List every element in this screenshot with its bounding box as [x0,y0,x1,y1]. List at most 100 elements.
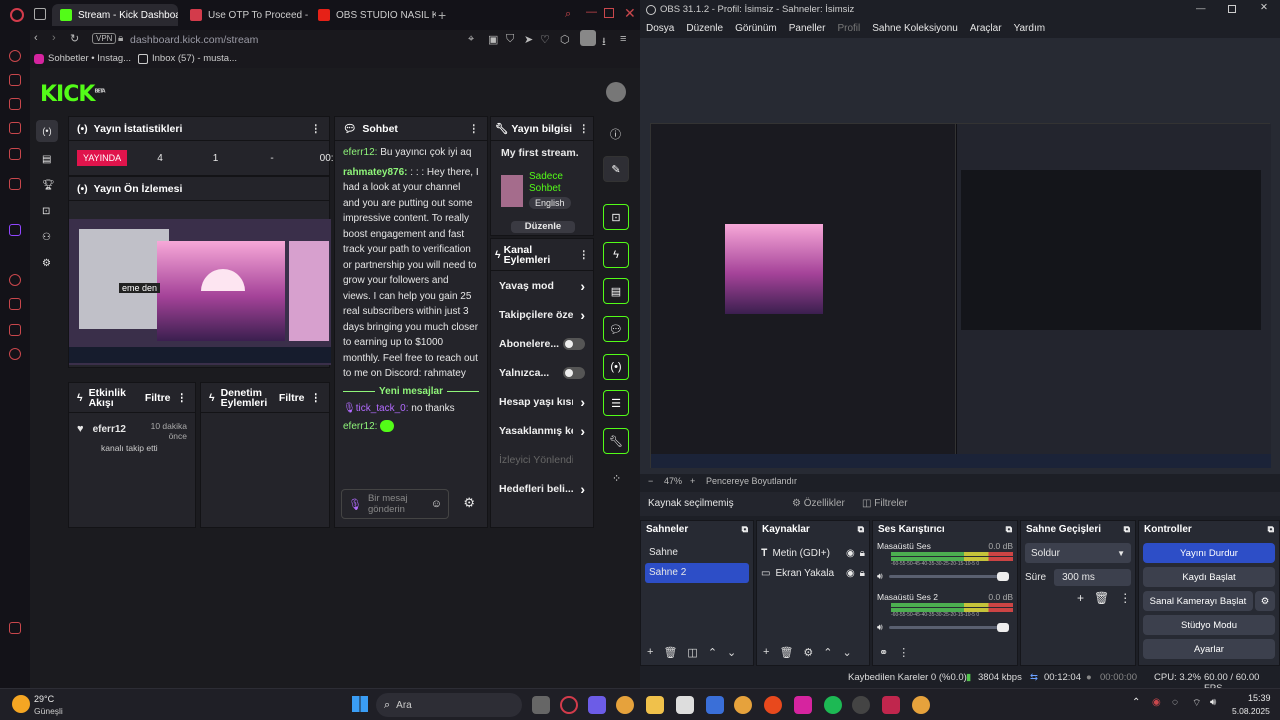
fit-window-button[interactable]: Pencereye Boyutlandır [706,476,797,486]
clip-icon[interactable]: ⊡ [603,204,629,230]
minimize-icon[interactable]: — [586,6,597,18]
dock-float-icon[interactable]: ⧉ [742,524,748,535]
nav-chat-icon[interactable]: ▤ [42,154,51,165]
copilot-icon[interactable] [588,696,606,714]
emoji-icon[interactable]: ☺ [431,498,442,510]
menu-4[interactable]: Profil [831,20,866,38]
nav-trophy-icon[interactable]: 🏆︎ [42,180,55,191]
more-icon[interactable]: ⋮ [177,392,188,404]
whatsapp-icon[interactable] [9,98,21,110]
minimize-icon[interactable]: — [1196,3,1206,14]
weather-icon[interactable] [12,695,30,713]
extensions-icon[interactable] [9,324,21,336]
back-icon[interactable]: ‹ [34,32,38,44]
delete-icon[interactable]: 🗑︎ [1094,591,1109,605]
tray-chevron-icon[interactable]: ⌃ [1132,697,1140,708]
more-icon[interactable]: ⋮ [311,392,322,404]
instagram-taskbar-icon[interactable] [794,696,812,714]
menu-6[interactable]: Araçlar [964,20,1008,38]
bookmark-inbox[interactable]: Inbox (57) - musta... [152,53,237,64]
audit-filter-button[interactable]: Filtre [279,392,305,404]
send-icon[interactable]: ➤ [524,33,533,46]
up-icon[interactable]: ⌃ [708,646,717,659]
obs-taskbar-icon[interactable] [852,696,870,714]
close-icon[interactable]: ✕ [1260,2,1268,13]
events-filter-button[interactable]: Filtre [145,392,171,404]
dock-float-icon[interactable]: ⧉ [858,524,864,535]
settings-icon[interactable]: ⚙ [803,646,813,659]
opera-logo-icon[interactable] [10,8,24,22]
lock-icon[interactable]: 🔒︎ [860,548,865,559]
taskbar-search[interactable]: ⌕ Ara [376,693,522,717]
extension-icon[interactable]: ⬡ [560,33,570,46]
filter-icon[interactable]: ◫ [687,646,697,659]
scene-item-selected[interactable]: Sahne 2 [645,563,749,583]
dock-float-icon[interactable]: ⧉ [1006,524,1012,535]
duration-input[interactable]: 300 ms [1054,569,1131,586]
forward-icon[interactable]: › [52,32,56,44]
task-view-icon[interactable] [532,696,550,714]
chrome3-icon[interactable] [912,696,930,714]
properties-button[interactable]: ⚙ Özellikler [792,498,845,509]
scene-item[interactable]: Sahne [645,543,749,563]
chat-bubble-icon[interactable]: 💬︎ [603,316,629,342]
raid-icon[interactable]: ϟ [603,242,629,268]
dock-float-icon[interactable]: ⧉ [1124,524,1130,535]
lock-icon[interactable]: 🔒︎ [860,568,865,579]
source-item[interactable]: 𝐓 Metin (GDI+) ◉ 🔒︎ [761,543,865,563]
start-recording-button[interactable]: Kaydı Başlat [1143,567,1275,587]
menu-3[interactable]: Paneller [783,20,832,38]
delete-icon[interactable]: 🗑︎ [663,646,677,659]
tray-opera-icon[interactable]: ◉ [1152,697,1161,708]
pinboard-icon[interactable] [9,298,21,310]
music-icon[interactable] [9,148,21,160]
apps-icon[interactable]: ⁘ [612,472,621,485]
more-icon[interactable]: ⋮ [469,123,480,135]
poll-icon[interactable]: ☰ [603,390,629,416]
chrome2-icon[interactable] [734,696,752,714]
start-virtual-camera-button[interactable]: Sanal Kamerayı Başlat [1143,591,1253,611]
spotify-icon[interactable] [824,696,842,714]
explorer-icon[interactable] [646,696,664,714]
edit-pencil-icon[interactable]: ✎ [603,156,629,182]
edit-button[interactable]: Düzenle [511,221,575,233]
transition-select[interactable]: Soldur ▼ [1025,543,1131,563]
add-icon[interactable]: + [647,646,653,659]
chat-input[interactable]: 🎙︎ Bir mesaj gönderin ☺ [341,489,449,519]
channel-action-item[interactable]: Yalnızca... [491,358,593,387]
add-icon[interactable]: + [1077,591,1084,605]
profile-avatar[interactable] [580,30,596,46]
opera-gx-icon[interactable] [9,622,21,634]
stream-category[interactable]: Sadece Sohbet [529,171,569,195]
tab-kick-dashboard[interactable]: Stream - Kick Dashboard [52,4,178,26]
obs-preview-canvas[interactable] [650,123,1271,468]
tray-app-icon[interactable]: ◌ [1172,697,1178,708]
toggle-switch[interactable] [563,337,585,350]
settings-icon[interactable] [9,348,21,360]
nav-settings-icon[interactable]: ⚙ [42,258,51,269]
tab-menu-icon[interactable] [34,8,46,20]
more-icon[interactable]: ⋮ [579,123,590,135]
heart-icon[interactable]: ♡ [540,33,550,46]
clock-time[interactable]: 15:39 [1248,693,1271,703]
mic-icon[interactable]: 🎙︎ [348,498,362,511]
source-item[interactable]: ▭ Ekran Yakala ◉ 🔒︎ [761,563,865,583]
menu-1[interactable]: Düzenle [680,20,729,38]
clock-date[interactable]: 5.08.2025 [1232,706,1270,716]
brave-icon[interactable] [764,696,782,714]
studio-mode-button[interactable]: Stüdyo Modu [1143,615,1275,635]
volume-icon[interactable]: 🔊︎ [1210,697,1216,708]
opera-gx-taskbar-icon[interactable] [560,696,578,714]
tools-icon[interactable]: 🔧︎ [603,428,629,454]
volume-slider[interactable] [888,623,1010,632]
zoom-out-icon[interactable]: − [648,476,653,486]
mail-icon[interactable] [9,122,21,134]
kick-logo[interactable]: KICKBETA [40,82,106,107]
add-icon[interactable]: + [763,646,769,659]
vpn-badge[interactable]: VPN [92,33,117,44]
down-icon[interactable]: ⌄ [727,646,736,659]
stream-preview-video[interactable]: eme den [69,219,331,365]
bookmark-instagram[interactable]: Sohbetler • Instag... [48,53,131,64]
visibility-icon[interactable]: ◉ [846,568,855,579]
reload-icon[interactable]: ↻ [70,32,79,45]
